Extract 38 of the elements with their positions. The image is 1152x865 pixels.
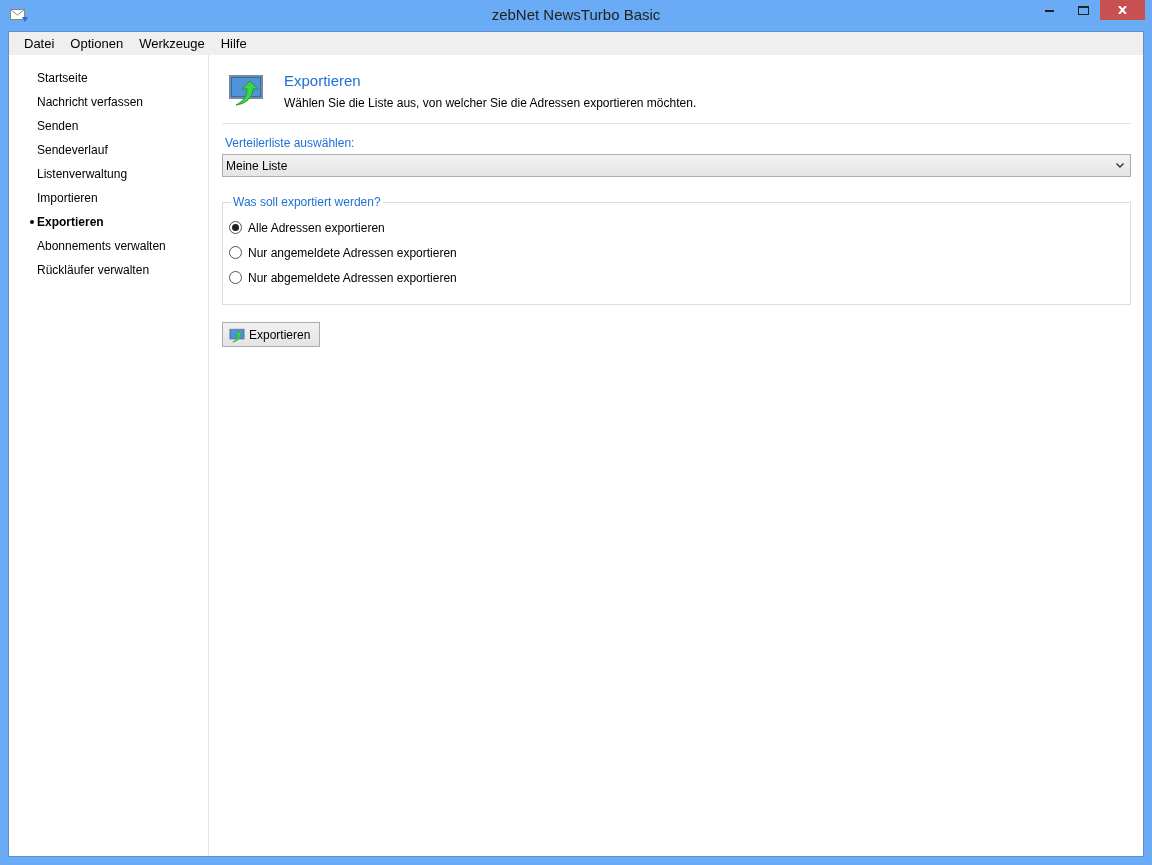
monitor-arrow-icon (229, 326, 245, 343)
field-label: Verteilerliste auswählen: (225, 135, 356, 152)
chevron-down-icon (1116, 163, 1124, 168)
menu-item[interactable]: Werkzeuge (131, 32, 213, 55)
close-icon (1118, 6, 1127, 14)
radio-button[interactable] (229, 271, 242, 284)
radio-label: Alle Adressen exportieren (248, 219, 385, 237)
menu-item[interactable]: Datei (16, 32, 63, 55)
page-description: Wählen Sie die Liste aus, von welcher Sie die Adressen exportieren möchten. (284, 95, 697, 111)
sidebar-item[interactable]: Listenverwaltung (9, 162, 208, 186)
sidebar-item[interactable]: Abonnements verwalten (9, 234, 208, 258)
sidebar-item[interactable]: Rückläufer verwalten (9, 258, 208, 282)
sidebar-item[interactable]: Senden (9, 114, 208, 138)
radio-option[interactable]: Nur angemeldete Adressen exportieren (229, 240, 1124, 265)
group-title: Was soll exportiert werden? (232, 194, 382, 211)
sidebar-item[interactable]: Exportieren (9, 210, 208, 234)
radio-option[interactable]: Nur abgemeldete Adressen exportieren (229, 265, 1124, 290)
radio-button[interactable] (229, 221, 242, 234)
window-title: zebNet NewsTurbo Basic (491, 5, 661, 26)
sidebar-item[interactable]: Importieren (9, 186, 208, 210)
menu-item[interactable]: Hilfe (212, 32, 255, 55)
page-title: Exportieren (284, 71, 362, 91)
list-dropdown[interactable]: Meine Liste (222, 154, 1131, 177)
sidebar-item[interactable]: Startseite (9, 66, 208, 90)
radio-label: Nur abgemeldete Adressen exportieren (248, 269, 457, 287)
menu-item[interactable]: Optionen (62, 32, 132, 55)
radio-option[interactable]: Alle Adressen exportieren (229, 215, 1124, 240)
maximize-icon (1077, 5, 1089, 15)
radio-label: Nur angemeldete Adressen exportieren (248, 244, 457, 262)
minimize-icon (1044, 8, 1054, 12)
sidebar-item[interactable]: Nachricht verfassen (9, 90, 208, 114)
dropdown-value: Meine Liste (226, 157, 289, 175)
export-button[interactable]: Exportieren (222, 322, 320, 347)
envelope-icon (10, 8, 28, 23)
radio-button[interactable] (229, 246, 242, 259)
sidebar-item[interactable]: Sendeverlauf (9, 138, 208, 162)
close-button[interactable] (1100, 0, 1145, 20)
bullet-icon (30, 220, 34, 224)
